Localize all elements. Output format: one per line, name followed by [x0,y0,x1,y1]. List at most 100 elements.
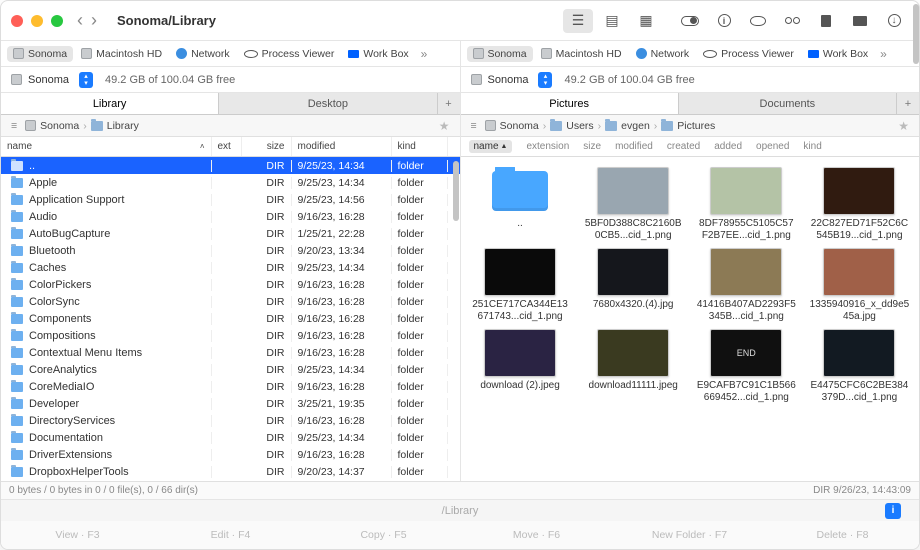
add-tab-button[interactable]: + [438,93,460,114]
tab-library[interactable]: Library [1,93,219,114]
info-icon[interactable]: i [709,9,739,33]
table-row[interactable]: DeveloperDIR3/25/21, 19:35folder [1,395,460,412]
grid-item[interactable]: 251CE717CA344E13671743...cid_1.png [465,248,576,323]
grid-view-button[interactable]: ▦ [631,9,661,33]
grid-item[interactable]: ENDE9CAFB7C91C1B566669452...cid_1.png [691,329,802,404]
table-row[interactable]: Application SupportDIR9/25/23, 14:56fold… [1,191,460,208]
favorite-star-icon[interactable]: ★ [435,119,454,133]
favorite-item[interactable]: Process Viewer [697,46,800,62]
table-row[interactable]: DriverExtensionsDIR9/16/23, 16:28folder [1,446,460,463]
col-kind[interactable]: kind [392,137,448,156]
table-row[interactable]: ColorPickersDIR9/16/23, 16:28folder [1,276,460,293]
minimize-icon[interactable] [31,15,43,27]
favorite-item[interactable]: Network [630,46,696,62]
favorite-item[interactable]: Work Box [802,46,874,62]
table-row[interactable]: BluetoothDIR9/20/23, 13:34folder [1,242,460,259]
col-size[interactable]: size [242,137,292,156]
binoculars-icon[interactable] [777,9,807,33]
volume-stepper[interactable]: ▴▾ [538,72,552,88]
table-row[interactable]: DirectoryServicesDIR9/16/23, 16:28folder [1,412,460,429]
grid-item[interactable]: download11111.jpeg [578,329,689,404]
table-row[interactable]: ..DIR9/25/23, 14:34folder [1,157,460,174]
list-view-button[interactable]: ☰ [563,9,593,33]
sort-column-name[interactable]: name▲ [469,140,513,153]
favorite-item[interactable]: Network [170,46,236,62]
grid-item[interactable]: 5BF0D388C8C2160B0CB5...cid_1.png [578,167,689,242]
tab-documents[interactable]: Documents [679,93,897,114]
grid-item[interactable]: .. [465,167,576,242]
favorite-star-icon[interactable]: ★ [894,119,913,133]
tab-desktop[interactable]: Desktop [219,93,437,114]
table-row[interactable]: AppleDIR9/25/23, 14:34folder [1,174,460,191]
sort-column-size[interactable]: size [583,141,601,152]
toggle-icon[interactable] [675,9,705,33]
scrollbar-thumb[interactable] [453,161,459,221]
col-name[interactable]: name˄ [1,137,212,156]
sort-column-created[interactable]: created [667,141,700,152]
right-file-grid[interactable]: ..5BF0D388C8C2160B0CB5...cid_1.png8DF789… [461,157,920,481]
fn-button[interactable]: Edit · F4 [154,521,307,549]
col-modified[interactable]: modified [292,137,392,156]
breadcrumb-menu-icon[interactable]: ≡ [7,120,21,132]
favorite-item[interactable]: Macintosh HD [75,46,168,62]
favorite-item[interactable]: Sonoma [467,46,533,62]
overflow-chevron-icon[interactable]: » [876,47,891,61]
breadcrumb-item[interactable]: Library [91,120,139,132]
favorite-item[interactable]: Work Box [342,46,414,62]
fn-button[interactable]: Delete · F8 [766,521,919,549]
table-row[interactable]: AutoBugCaptureDIR1/25/21, 22:28folder [1,225,460,242]
info-badge[interactable]: i [885,503,901,519]
sort-column-added[interactable]: added [714,141,742,152]
table-row[interactable]: ComponentsDIR9/16/23, 16:28folder [1,310,460,327]
sort-column-opened[interactable]: opened [756,141,789,152]
back-button[interactable]: ‹ [77,10,83,31]
forward-button[interactable]: › [91,10,97,31]
table-row[interactable]: CoreMediaIODIR9/16/23, 16:28folder [1,378,460,395]
sort-column-modified[interactable]: modified [615,141,653,152]
fn-button[interactable]: Move · F6 [460,521,613,549]
breadcrumb-menu-icon[interactable]: ≡ [467,120,481,132]
breadcrumb-item[interactable]: Sonoma [485,120,539,132]
grid-item[interactable]: 7680x4320.(4).jpg [578,248,689,323]
fn-button[interactable]: Copy · F5 [307,521,460,549]
left-file-list[interactable]: ..DIR9/25/23, 14:34folderAppleDIR9/25/23… [1,157,460,481]
table-row[interactable]: DropboxHelperToolsDIR9/20/23, 14:37folde… [1,463,460,480]
breadcrumb-item[interactable]: Users [550,120,593,132]
col-ext[interactable]: ext [212,137,242,156]
download-icon[interactable]: ↓ [879,9,909,33]
grid-item[interactable]: E4475CFC6C2BE384379D...cid_1.png [804,329,915,404]
sort-column-kind[interactable]: kind [803,141,821,152]
favorite-item[interactable]: Sonoma [7,46,73,62]
breadcrumb-item[interactable]: Pictures [661,120,715,132]
grid-item[interactable]: 1335940916_x_dd9e545a.jpg [804,248,915,323]
quicklook-icon[interactable] [743,9,773,33]
breadcrumb-item[interactable]: evgen [605,120,650,132]
columns-view-button[interactable]: ▤ [597,9,627,33]
fn-button[interactable]: View · F3 [1,521,154,549]
table-row[interactable]: CoreAnalyticsDIR9/25/23, 14:34folder [1,361,460,378]
close-icon[interactable] [11,15,23,27]
fn-button[interactable]: New Folder · F7 [613,521,766,549]
table-row[interactable]: DocumentationDIR9/25/23, 14:34folder [1,429,460,446]
volume-selector[interactable]: Sonoma [7,72,73,88]
table-row[interactable]: ColorSyncDIR9/16/23, 16:28folder [1,293,460,310]
command-path-bar[interactable]: /Library i [1,499,919,521]
grid-item[interactable]: 41416B407AD2293F5345B...cid_1.png [691,248,802,323]
volume-selector[interactable]: Sonoma [467,72,533,88]
grid-item[interactable]: 8DF78955C5105C57F2B7EE...cid_1.png [691,167,802,242]
volume-stepper[interactable]: ▴▾ [79,72,93,88]
disk-icon[interactable] [845,9,875,33]
table-row[interactable]: AudioDIR9/16/23, 16:28folder [1,208,460,225]
sort-column-extension[interactable]: extension [526,141,569,152]
overflow-chevron-icon[interactable]: » [417,47,432,61]
breadcrumb-item[interactable]: Sonoma [25,120,79,132]
eject-icon[interactable] [811,9,841,33]
zoom-icon[interactable] [51,15,63,27]
table-row[interactable]: CompositionsDIR9/16/23, 16:28folder [1,327,460,344]
favorite-item[interactable]: Process Viewer [238,46,341,62]
tab-pictures[interactable]: Pictures [461,93,679,114]
grid-item[interactable]: download (2).jpeg [465,329,576,404]
grid-item[interactable]: 22C827ED71F52C6C545B19...cid_1.png [804,167,915,242]
table-row[interactable]: ExtensionsDIR9/25/23, 14:34folder [1,480,460,481]
table-row[interactable]: CachesDIR9/25/23, 14:34folder [1,259,460,276]
